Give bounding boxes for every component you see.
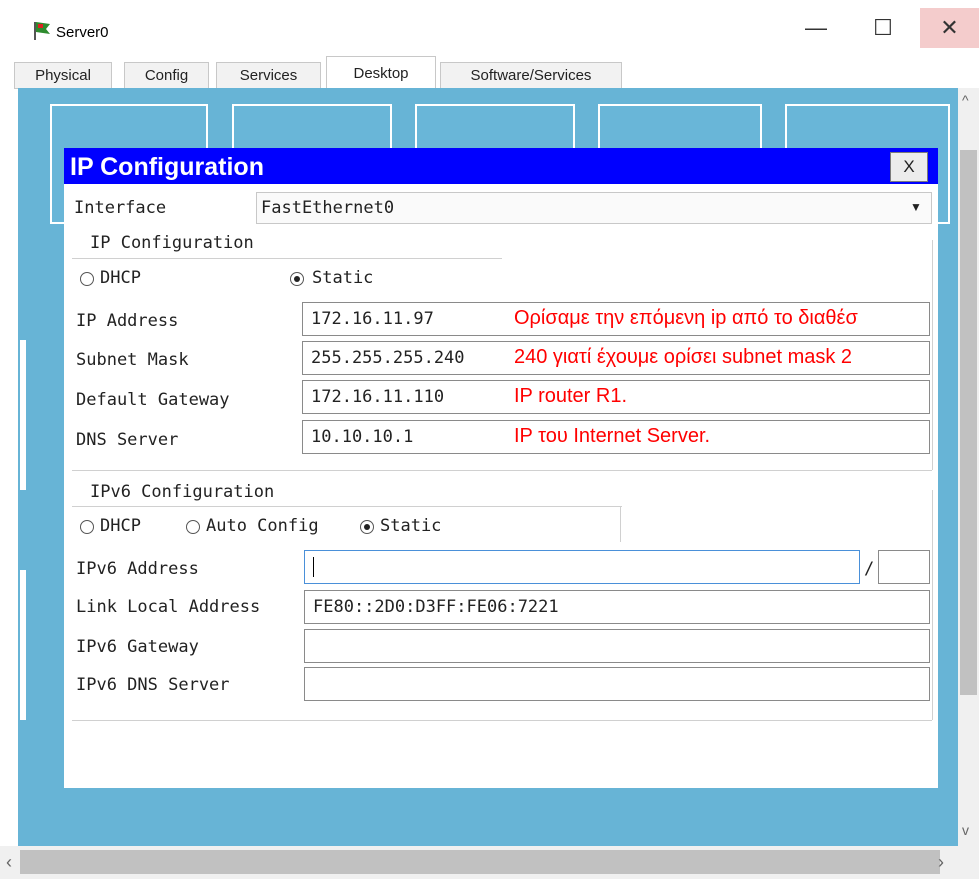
dns-server-annotation: IP του Internet Server. bbox=[514, 425, 711, 447]
tab-physical[interactable]: Physical bbox=[14, 62, 112, 88]
ipv6-prefix-field[interactable] bbox=[878, 550, 930, 584]
group-divider bbox=[72, 720, 932, 721]
maximize-button[interactable]: ☐ bbox=[858, 8, 908, 48]
scroll-up-arrow-icon[interactable]: ^ bbox=[962, 92, 969, 108]
default-gateway-annotation: IP router R1. bbox=[514, 385, 628, 407]
group-divider bbox=[72, 506, 622, 507]
group-divider bbox=[72, 258, 502, 259]
link-local-address-field[interactable]: FE80::2D0:D3FF:FE06:7221 bbox=[304, 590, 930, 624]
maximize-icon: ☐ bbox=[873, 15, 893, 40]
default-gateway-label: Default Gateway bbox=[76, 390, 230, 410]
minimize-button[interactable]: — bbox=[796, 8, 836, 48]
ip-address-value: 172.16.11.97 bbox=[311, 309, 434, 329]
tab-config[interactable]: Config bbox=[124, 62, 209, 88]
close-icon: ✕ bbox=[940, 15, 959, 40]
ipv6-static-radio[interactable] bbox=[360, 520, 374, 534]
subnet-mask-value: 255.255.255.240 bbox=[311, 348, 465, 368]
ipv6-dns-server-field[interactable] bbox=[304, 667, 930, 701]
default-gateway-value: 172.16.11.110 bbox=[311, 387, 445, 407]
interface-select[interactable]: FastEthernet0 bbox=[256, 192, 932, 224]
ipv6-dhcp-radio[interactable] bbox=[80, 520, 94, 534]
dns-server-value: 10.10.10.1 bbox=[311, 427, 414, 447]
horizontal-scroll-thumb[interactable] bbox=[20, 850, 940, 874]
ipv6-address-field[interactable] bbox=[304, 550, 860, 584]
prefix-separator: / bbox=[864, 559, 875, 579]
dns-server-label: DNS Server bbox=[76, 430, 179, 450]
subnet-mask-annotation: 240 γιατί έχουμε ορίσει subnet mask 2 bbox=[514, 346, 853, 368]
ipv6-gateway-label: IPv6 Gateway bbox=[76, 637, 199, 657]
text-cursor bbox=[313, 557, 314, 577]
ipv4-group-label: IP Configuration bbox=[86, 233, 258, 253]
desktop-tile-edge bbox=[20, 340, 26, 490]
link-local-address-label: Link Local Address bbox=[76, 597, 261, 617]
link-local-address-value: FE80::2D0:D3FF:FE06:7221 bbox=[313, 597, 559, 617]
server-app-icon bbox=[30, 20, 52, 42]
chevron-down-icon: ▼ bbox=[910, 200, 922, 214]
scroll-right-arrow-icon[interactable]: › bbox=[938, 852, 944, 873]
window-title: Server0 bbox=[56, 24, 109, 41]
dialog-close-button[interactable]: X bbox=[890, 152, 928, 182]
dialog-title: IP Configuration bbox=[70, 153, 264, 181]
group-divider bbox=[72, 470, 932, 471]
ipv6-dns-server-label: IPv6 DNS Server bbox=[76, 675, 230, 695]
close-window-button[interactable]: ✕ bbox=[920, 8, 979, 48]
ipv6-gateway-field[interactable] bbox=[304, 629, 930, 663]
interface-select-value: FastEthernet0 bbox=[261, 198, 395, 218]
ipv4-static-radio[interactable] bbox=[290, 272, 304, 286]
group-divider bbox=[620, 506, 621, 542]
ipv4-dhcp-label: DHCP bbox=[100, 268, 141, 288]
scroll-left-arrow-icon[interactable]: ‹ bbox=[6, 852, 12, 873]
tab-services[interactable]: Services bbox=[216, 62, 321, 88]
scroll-down-arrow-icon[interactable]: v bbox=[962, 822, 969, 838]
minimize-icon: — bbox=[805, 15, 827, 40]
ipv6-auto-config-radio[interactable] bbox=[186, 520, 200, 534]
subnet-mask-label: Subnet Mask bbox=[76, 350, 189, 370]
ipv6-dhcp-label: DHCP bbox=[100, 516, 141, 536]
group-divider bbox=[932, 490, 933, 720]
tab-software-services[interactable]: Software/Services bbox=[440, 62, 622, 88]
ipv6-auto-config-label: Auto Config bbox=[206, 516, 319, 536]
ipv6-group-label: IPv6 Configuration bbox=[86, 482, 279, 502]
interface-label: Interface bbox=[74, 198, 167, 218]
ipv6-address-label: IPv6 Address bbox=[76, 559, 199, 579]
ipv6-static-label: Static bbox=[380, 516, 442, 536]
ipv4-dhcp-radio[interactable] bbox=[80, 272, 94, 286]
ip-address-annotation: Ορίσαμε την επόμενη ip από το διαθέσ bbox=[514, 307, 858, 329]
ip-address-label: IP Address bbox=[76, 311, 179, 331]
ipv4-static-label: Static bbox=[312, 268, 374, 288]
vertical-scroll-thumb[interactable] bbox=[960, 150, 977, 695]
desktop-tile-edge bbox=[20, 570, 26, 720]
tab-desktop[interactable]: Desktop bbox=[326, 56, 436, 89]
